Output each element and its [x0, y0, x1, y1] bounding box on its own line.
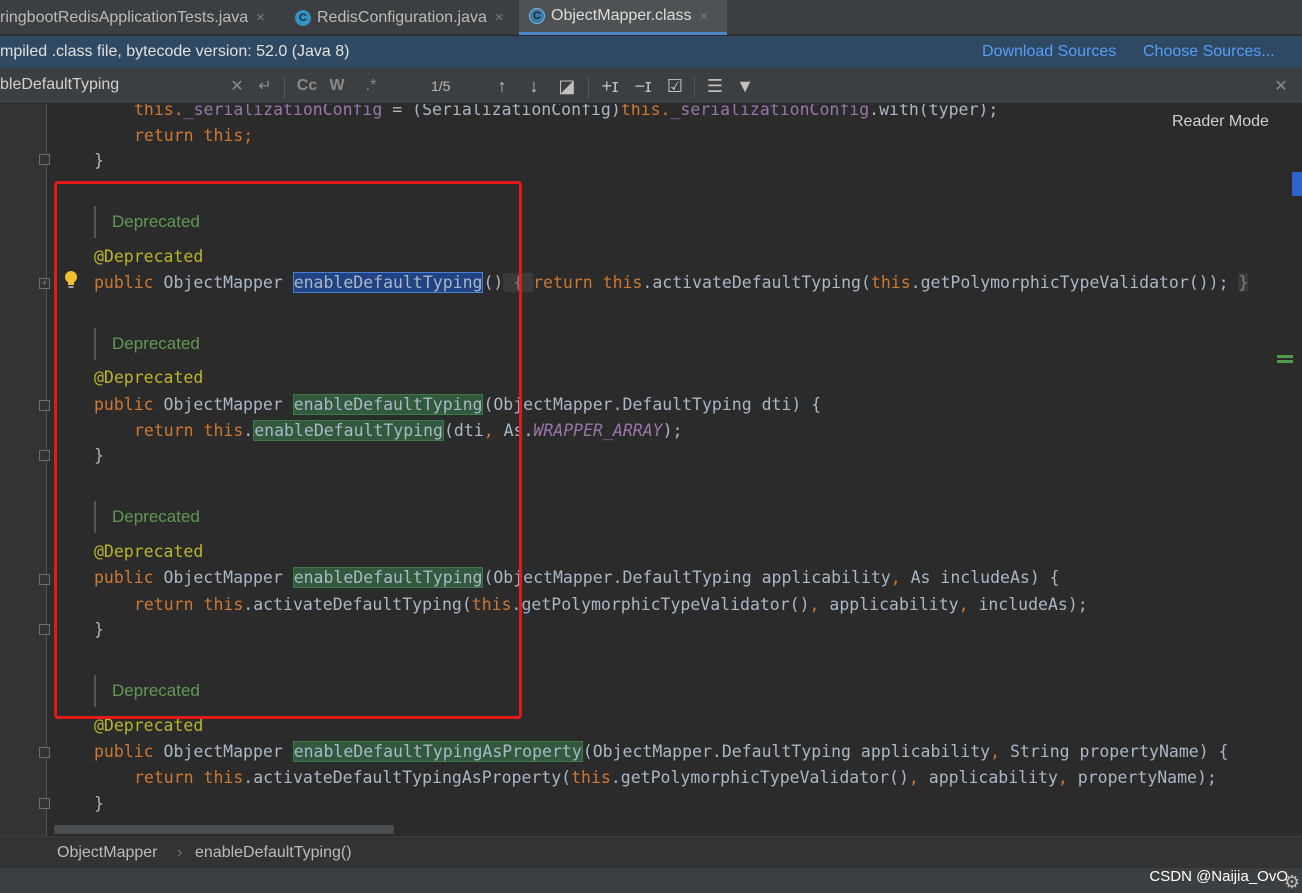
- next-occurrence-icon[interactable]: ↓: [524, 74, 544, 98]
- previous-occurrence-icon[interactable]: ↑: [492, 74, 512, 98]
- locked-class-icon: C: [529, 8, 545, 24]
- reader-mode-button[interactable]: Reader Mode: [1172, 113, 1269, 131]
- code-line: public ObjectMapper enableDefaultTypingA…: [94, 741, 1229, 762]
- decompiled-notice: mpiled .class file, bytecode version: 52…: [0, 43, 350, 60]
- code-line: this._serializationConfig = (Serializati…: [134, 104, 999, 119]
- decompiled-banner: mpiled .class file, bytecode version: 52…: [0, 36, 1302, 68]
- code-line: }: [94, 151, 104, 170]
- regex-toggle[interactable]: .*: [360, 74, 382, 98]
- watermark: CSDN @Naijia_OvO: [1149, 868, 1288, 885]
- select-all-occurrences-icon[interactable]: ◪: [556, 74, 578, 98]
- close-find-bar-icon[interactable]: ✕: [1272, 74, 1290, 98]
- close-icon[interactable]: ×: [495, 9, 504, 26]
- class-icon: C: [295, 9, 311, 26]
- download-sources-link[interactable]: Download Sources: [982, 43, 1116, 61]
- breadcrumb-class[interactable]: ObjectMapper: [57, 844, 158, 862]
- code-line: return this;: [134, 126, 254, 145]
- editor-tab-bar: ringbootRedisApplicationTests.java × C R…: [0, 0, 1302, 35]
- clear-search-icon[interactable]: ✕: [228, 74, 246, 98]
- close-icon[interactable]: ×: [256, 9, 265, 26]
- tab-label: RedisConfiguration.java: [317, 8, 487, 26]
- choose-sources-link[interactable]: Choose Sources...: [1143, 43, 1275, 61]
- add-occurrence-icon[interactable]: +ɪ: [597, 74, 623, 98]
- code-editor[interactable]: + this._serializationConfig = (Serializa…: [0, 104, 1302, 836]
- filter-options-icon[interactable]: ☰: [704, 74, 726, 98]
- match-case-toggle[interactable]: Cc: [294, 74, 320, 98]
- breadcrumb-method[interactable]: enableDefaultTyping(): [195, 844, 352, 862]
- gear-icon[interactable]: ⚙: [1284, 872, 1300, 893]
- scroll-position-marker: [1292, 172, 1302, 196]
- breadcrumb: ObjectMapper › enableDefaultTyping(): [0, 836, 1302, 868]
- filter-icon[interactable]: ▼: [734, 74, 756, 98]
- match-count: 1/5: [431, 78, 451, 94]
- tab-object-mapper[interactable]: C ObjectMapper.class ×: [519, 0, 727, 35]
- annotation-highlight-box: [54, 181, 522, 719]
- code-line: return this.activateDefaultTypingAsPrope…: [134, 768, 1217, 787]
- find-bar: bleDefaultTyping ✕ ↵ Cc W .* 1/5 ↑ ↓ ◪ +…: [0, 68, 1302, 104]
- new-line-icon[interactable]: ↵: [254, 74, 276, 98]
- change-marker[interactable]: [1277, 355, 1293, 363]
- tab-label: ObjectMapper.class: [551, 7, 692, 24]
- breadcrumb-separator-icon: ›: [177, 844, 183, 861]
- search-match: enableDefaultTypingAsProperty: [292, 741, 583, 762]
- tab-redis-configuration[interactable]: C RedisConfiguration.java ×: [287, 0, 517, 35]
- search-input[interactable]: bleDefaultTyping: [0, 76, 119, 94]
- status-bar: CSDN @Naijia_OvO ⚙: [0, 868, 1302, 893]
- tab-label: ringbootRedisApplicationTests.java: [0, 8, 249, 26]
- select-all-matches-icon[interactable]: ☑: [662, 74, 688, 98]
- close-icon[interactable]: ×: [700, 8, 709, 25]
- horizontal-scrollbar[interactable]: [54, 825, 394, 834]
- remove-occurrence-icon[interactable]: −ɪ: [630, 74, 656, 98]
- tab-springboot-redis-tests[interactable]: ringbootRedisApplicationTests.java ×: [0, 0, 285, 35]
- words-toggle[interactable]: W: [326, 74, 348, 98]
- code-line: }: [94, 794, 104, 813]
